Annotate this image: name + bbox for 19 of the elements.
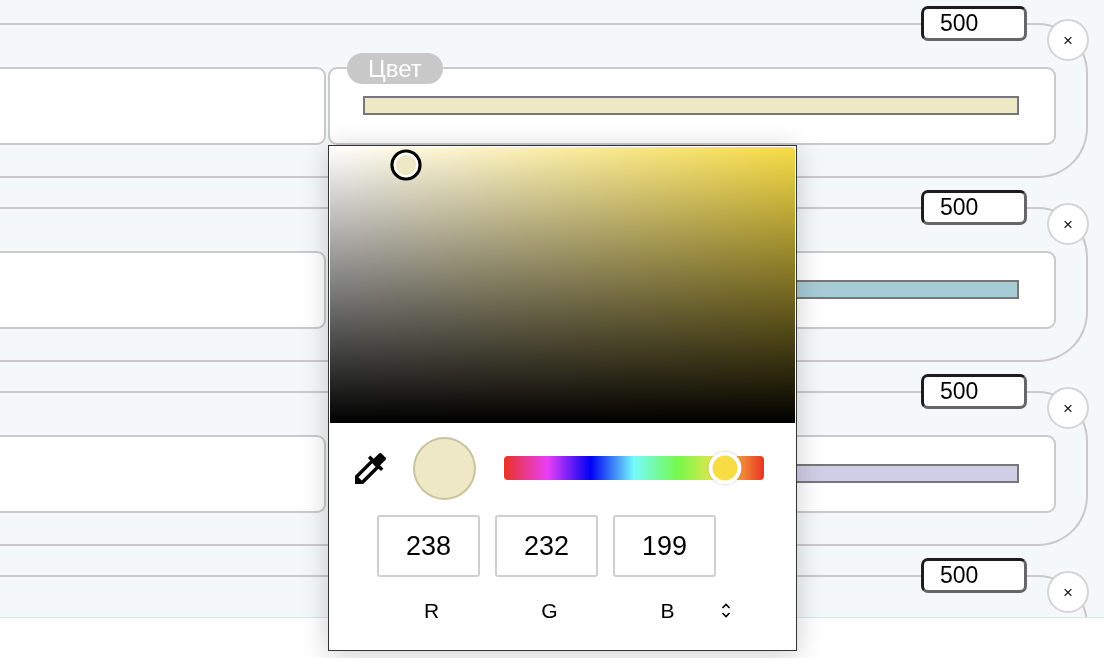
color-handle[interactable] — [390, 149, 423, 182]
saturation-brightness-field[interactable] — [330, 147, 795, 423]
channel-label: B — [659, 599, 675, 623]
eyedropper-icon[interactable] — [355, 452, 386, 484]
amount-input[interactable]: 500 — [921, 374, 1027, 409]
remove-button[interactable]: × — [1047, 19, 1089, 61]
channel-input[interactable]: 238 — [377, 515, 480, 577]
remove-button[interactable]: × — [1047, 571, 1089, 613]
amount-input[interactable]: 500 — [921, 6, 1027, 41]
channel-label: R — [422, 599, 440, 623]
channel-input[interactable]: 199 — [613, 515, 716, 577]
amount-input[interactable]: 500 — [921, 190, 1027, 225]
chevrons-up-down-icon[interactable] — [721, 603, 731, 618]
remove-button[interactable]: × — [1047, 387, 1089, 429]
color-swatch-bar[interactable] — [363, 96, 1019, 115]
channel-input[interactable]: 232 — [495, 515, 598, 577]
remove-button[interactable]: × — [1047, 203, 1089, 245]
amount-input[interactable]: 500 — [921, 558, 1027, 593]
channel-label: G — [540, 599, 558, 623]
